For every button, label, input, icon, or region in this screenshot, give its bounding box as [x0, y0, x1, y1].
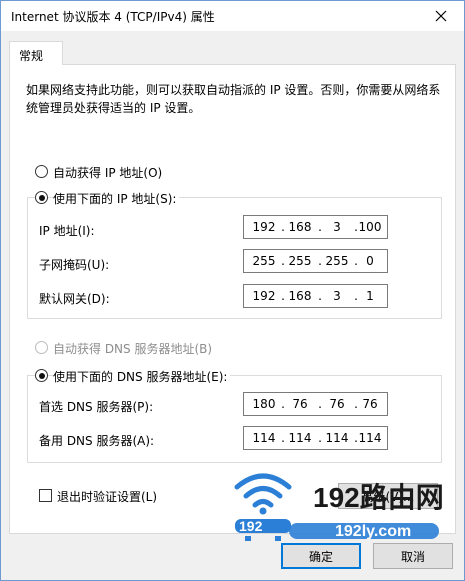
ok-button[interactable]: 确定 — [281, 543, 361, 569]
preferred-dns-input[interactable]: 180 . 76 . 76 . 76 — [243, 392, 388, 416]
ok-button-label: 确定 — [308, 549, 333, 564]
watermark-logo: 192路由网 192 192ly.com — [234, 473, 444, 541]
dialog-window: Internet 协议版本 4 (TCP/IPv4) 属性 常规 如果网络支持此… — [0, 0, 465, 581]
cancel-button[interactable]: 取消 — [373, 543, 453, 569]
auto-ip-radio[interactable] — [35, 165, 48, 178]
gateway-input[interactable]: 192 . 168 . 3 . 1 — [243, 284, 388, 308]
watermark-brand: 192路由网 — [313, 482, 444, 513]
manual-dns-label[interactable]: 使用下面的 DNS 服务器地址(E): — [53, 368, 231, 385]
close-icon — [435, 10, 447, 22]
ip-octet-1: 192 — [252, 220, 276, 234]
ip-octet-3: 3 — [333, 220, 341, 234]
validate-on-exit-checkbox[interactable] — [39, 489, 52, 502]
auto-dns-radio — [35, 341, 48, 354]
auto-dns-label: 自动获得 DNS 服务器地址(B) — [53, 340, 216, 357]
alternate-dns-label: 备用 DNS 服务器(A): — [39, 434, 155, 448]
mask-octet-2: 255 — [288, 254, 312, 268]
title-bar: Internet 协议版本 4 (TCP/IPv4) 属性 — [1, 1, 464, 31]
adns-octet-2: 114 — [288, 431, 312, 445]
validate-on-exit-label[interactable]: 退出时验证设置(L) — [57, 488, 157, 505]
mask-octet-3: 255 — [325, 254, 349, 268]
pdns-octet-1: 180 — [252, 397, 276, 411]
manual-ip-radio[interactable] — [35, 191, 48, 204]
subnet-mask-input[interactable]: 255 . 255 . 255 . 0 — [243, 249, 388, 273]
ip-octet-4: 100 — [358, 220, 382, 234]
pdns-octet-4: 76 — [362, 397, 378, 411]
gateway-label: 默认网关(D): — [39, 292, 110, 306]
pdns-octet-2: 76 — [292, 397, 308, 411]
subnet-mask-label: 子网掩码(U): — [39, 258, 110, 272]
preferred-dns-label: 首选 DNS 服务器(P): — [39, 400, 154, 414]
watermark-url: 192ly.com — [335, 523, 411, 540]
pdns-octet-3: 76 — [329, 397, 345, 411]
manual-ip-label[interactable]: 使用下面的 IP 地址(S): — [53, 190, 180, 207]
tab-general-label: 常规 — [19, 49, 44, 63]
gw-octet-2: 168 — [288, 289, 312, 303]
mask-octet-4: 0 — [366, 254, 374, 268]
adns-octet-4: 114 — [358, 431, 382, 445]
adns-octet-1: 114 — [252, 431, 276, 445]
close-button[interactable] — [426, 3, 456, 29]
watermark-prefix: 192 — [239, 518, 263, 534]
cancel-button-label: 取消 — [400, 549, 425, 564]
tab-general[interactable]: 常规 — [9, 41, 63, 65]
manual-dns-radio[interactable] — [35, 369, 48, 382]
ip-address-input[interactable]: 192 . 168 . 3 . 100 — [243, 215, 388, 239]
description-text: 如果网络支持此功能，则可以获取自动指派的 IP 设置。否则，你需要从网络系统管理… — [26, 83, 441, 115]
mask-octet-1: 255 — [252, 254, 276, 268]
gw-octet-3: 3 — [333, 289, 341, 303]
ip-octet-2: 168 — [288, 220, 312, 234]
auto-ip-label[interactable]: 自动获得 IP 地址(O) — [53, 164, 166, 181]
ip-address-label: IP 地址(I): — [39, 224, 95, 238]
adns-octet-3: 114 — [325, 431, 349, 445]
window-title: Internet 协议版本 4 (TCP/IPv4) 属性 — [11, 10, 215, 24]
alternate-dns-input[interactable]: 114 . 114 . 114 . 114 — [243, 426, 388, 450]
gw-octet-4: 1 — [366, 289, 374, 303]
gw-octet-1: 192 — [252, 289, 276, 303]
